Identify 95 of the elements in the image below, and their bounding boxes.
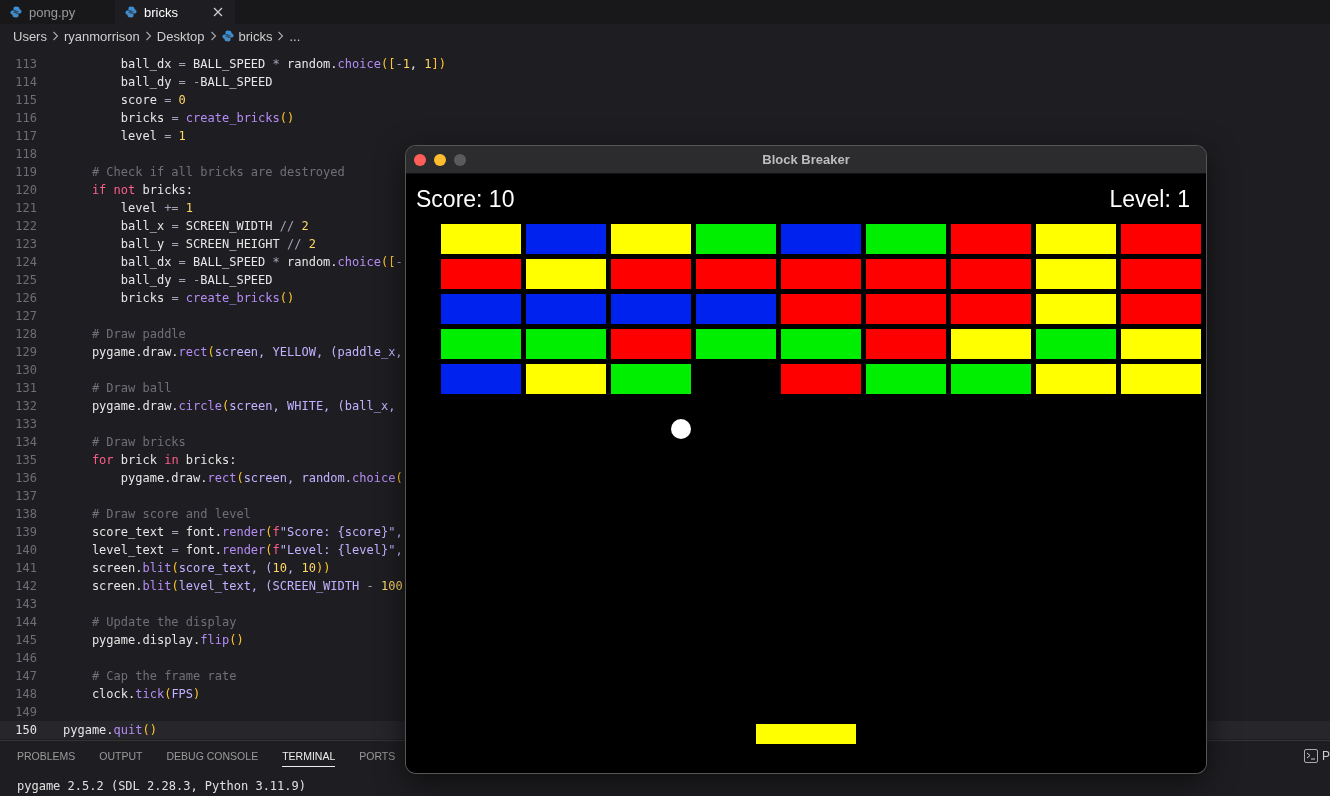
code-line: level += 1 (119, 200, 194, 217)
code-line: # Draw score and level (90, 506, 251, 523)
score-text: Score: 10 (416, 185, 515, 214)
line-number: 124 (14, 254, 37, 271)
breadcrumb-item[interactable]: ryanmorrison (63, 28, 140, 44)
line-number: 126 (14, 290, 37, 307)
line-number: 121 (14, 200, 37, 217)
code-line: bricks = create_bricks() (119, 290, 295, 307)
terminal-icon (1304, 749, 1318, 763)
close-icon (414, 153, 426, 166)
code-line: ball_y = SCREEN_HEIGHT // 2 (119, 236, 316, 253)
panel-tab[interactable]: DEBUG CONSOLE (166, 746, 259, 766)
code-line: level_text = font.render(f"Level: {level}", (90, 542, 403, 559)
line-number: 128 (14, 326, 37, 343)
panel-tab[interactable]: OUTPUT (99, 746, 143, 766)
code-line: ball_dy = -BALL_SPEED (119, 272, 273, 289)
line-number: 133 (14, 416, 37, 433)
breadcrumb-item[interactable]: Users (13, 28, 47, 44)
line-number: 136 (14, 470, 37, 487)
panel-tab[interactable]: PROBLEMS (17, 746, 76, 766)
code-line: ball_dx = BALL_SPEED * random.choice([-1, 1]) (119, 56, 446, 73)
level-text: Level: 1 (1109, 185, 1190, 214)
breadcrumb-item[interactable]: bricks (238, 28, 273, 44)
line-number: 146 (14, 650, 37, 667)
code-line: ball_x = SCREEN_WIDTH // 2 (119, 218, 309, 235)
chevron-icon (277, 31, 285, 41)
breadcrumb-item[interactable]: Desktop (156, 28, 205, 44)
line-number: 119 (14, 164, 37, 181)
code-line: # Cap the frame rate (90, 668, 237, 685)
line-number: 147 (14, 668, 37, 685)
line-number: 115 (14, 92, 37, 109)
minimize-icon (434, 153, 446, 166)
code-line: pygame.quit() (63, 722, 157, 739)
line-number: 142 (14, 578, 37, 595)
line-number: 137 (14, 488, 37, 505)
line-number: 125 (14, 272, 37, 289)
panel-tab[interactable]: TERMINAL (282, 745, 336, 767)
line-number: 113 (14, 56, 37, 73)
code-line: score_text = font.render(f"Score: {score}", (90, 524, 403, 541)
line-number: 127 (14, 308, 37, 325)
code-line: # Draw ball (90, 380, 172, 397)
code-line: bricks = create_bricks() (119, 110, 295, 127)
code-line: level = 1 (119, 128, 186, 145)
line-number: 139 (14, 524, 37, 541)
line-number: 145 (14, 632, 37, 649)
line-number: 132 (14, 398, 37, 415)
code-line: # Check if all bricks are destroyed (90, 164, 345, 181)
code-line: ball_dy = -BALL_SPEED (119, 74, 273, 91)
line-number: 141 (14, 560, 37, 577)
code-line: screen.blit(level_text, (SCREEN_WIDTH - 100 (90, 578, 403, 595)
terminal-line: pygame 2.5.2 (SDL 2.28.3, Python 3.11.9) (17, 779, 307, 793)
code-line: # Update the display (90, 614, 237, 631)
chevron-icon (51, 31, 59, 41)
code-line: for brick in bricks: (90, 452, 237, 469)
code-line: # Draw paddle (90, 326, 186, 343)
ball (671, 419, 691, 439)
code-line: pygame.draw.rect(screen, YELLOW, (paddle_x, (90, 344, 403, 361)
code-line: ball_dx = BALL_SPEED * random.choice([- (119, 254, 403, 271)
code-line: pygame.draw.rect(screen, random.choice( (119, 470, 403, 487)
line-number: 117 (14, 128, 37, 145)
line-number: 122 (14, 218, 37, 235)
python-file-icon (10, 6, 22, 18)
code-line: clock.tick(FPS) (90, 686, 201, 703)
breadcrumb-item[interactable]: ... (289, 28, 301, 44)
line-number: 135 (14, 452, 37, 469)
line-number: 150 (14, 722, 37, 739)
panel-tab[interactable]: PORTS (359, 746, 396, 766)
zoom-icon (454, 153, 466, 166)
line-number: 148 (14, 686, 37, 703)
line-number: 120 (14, 182, 37, 199)
code-line: screen.blit(score_text, (10, 10)) (90, 560, 331, 577)
line-number: 131 (14, 380, 37, 397)
line-number: 118 (14, 146, 37, 163)
line-number: 134 (14, 434, 37, 451)
code-line: if not bricks: (90, 182, 194, 199)
line-number: 130 (14, 362, 37, 379)
line-number: 138 (14, 506, 37, 523)
line-number: 114 (14, 74, 37, 91)
line-number: 116 (14, 110, 37, 127)
window-title: Block Breaker (762, 152, 850, 167)
editor-tab[interactable]: bricks (115, 0, 235, 24)
code-line: # Draw bricks (90, 434, 186, 451)
line-number: 123 (14, 236, 37, 253)
line-number: 144 (14, 614, 37, 631)
line-number: 143 (14, 596, 37, 613)
code-line: pygame.draw.circle(screen, WHITE, (ball_x, (90, 398, 396, 415)
code-line: score = 0 (119, 92, 186, 109)
chevron-icon (209, 31, 217, 41)
python-file-icon (125, 6, 137, 18)
panel-label: P (1322, 749, 1330, 763)
line-number: 149 (14, 704, 37, 721)
chevron-icon (144, 31, 152, 41)
line-number: 140 (14, 542, 37, 559)
code-line: pygame.display.flip() (90, 632, 244, 649)
line-number: 129 (14, 344, 37, 361)
